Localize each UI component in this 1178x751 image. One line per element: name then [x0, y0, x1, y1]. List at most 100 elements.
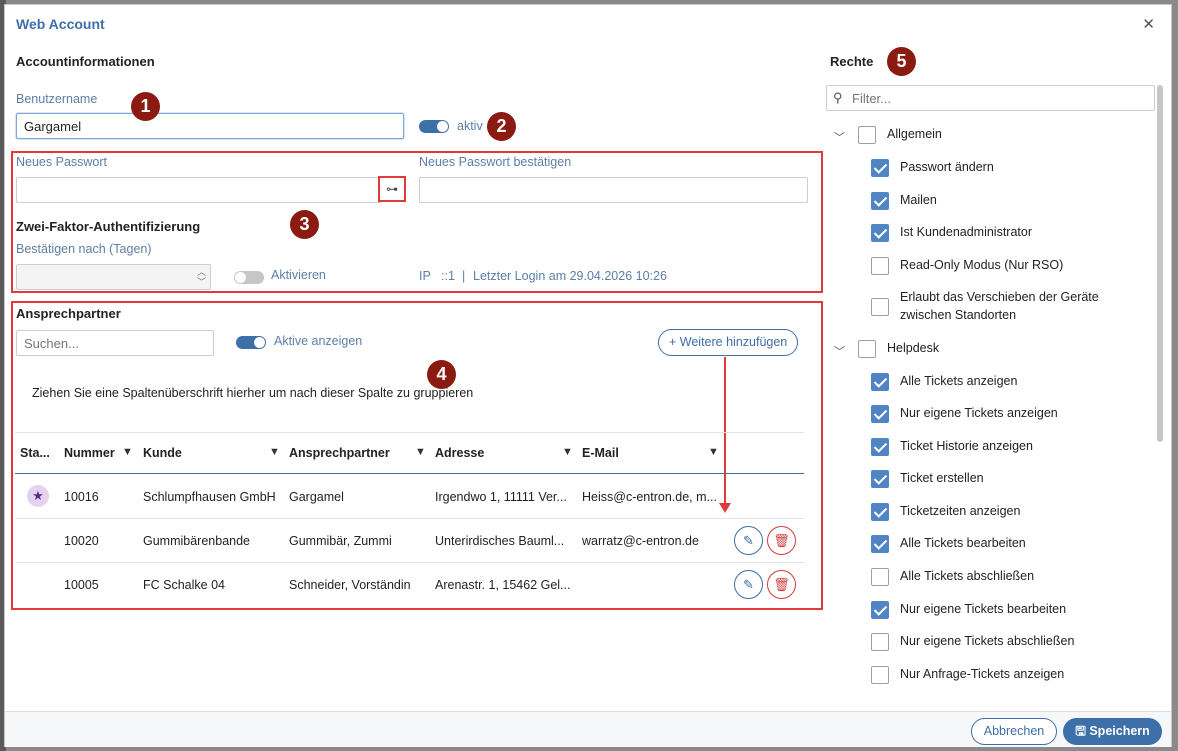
- confirm-days-stepper[interactable]: ︿ ﹀: [16, 264, 211, 290]
- pencil-icon[interactable]: ✎: [734, 570, 763, 599]
- right-checkbox[interactable]: [871, 224, 889, 242]
- right-checkbox[interactable]: [871, 601, 889, 619]
- cancel-button[interactable]: Abbrechen: [971, 718, 1057, 745]
- close-icon[interactable]: ✕: [1142, 15, 1155, 33]
- pencil-icon[interactable]: ✎: [734, 526, 763, 555]
- account-heading: Accountinformationen: [16, 54, 155, 69]
- right-label: Alle Tickets abschließen: [900, 569, 1035, 583]
- confirm-days-label: Bestätigen nach (Tagen): [16, 242, 152, 256]
- twofa-toggle[interactable]: [234, 271, 264, 284]
- group-checkbox-allgemein[interactable]: [858, 126, 876, 144]
- search-icon: ⚲: [833, 90, 843, 105]
- right-label: Alle Tickets bearbeiten: [900, 536, 1026, 550]
- table-row[interactable]: 10005 FC Schalke 04 Schneider, Vorständi…: [15, 563, 804, 607]
- right-label-line2: zwischen Standorten: [900, 308, 1017, 322]
- ip-value: ::1: [441, 269, 455, 283]
- chevron-down-icon[interactable]: ﹀: [834, 129, 845, 145]
- filter-icon[interactable]: ▼: [562, 446, 573, 458]
- right-label: Nur Anfrage-Tickets anzeigen: [900, 667, 1065, 681]
- cell-contact: Schneider, Vorständin: [289, 578, 411, 592]
- group-checkbox-helpdesk[interactable]: [858, 340, 876, 358]
- table-row[interactable]: ★ 10016 Schlumpfhausen GmbH Gargamel Irg…: [15, 475, 804, 519]
- filter-icon[interactable]: ▼: [122, 446, 133, 458]
- active-label: aktiv: [457, 119, 483, 133]
- rights-filter-input[interactable]: [826, 85, 1155, 111]
- cell-address: Arenastr. 1, 15462 Gel...: [435, 578, 571, 592]
- key-icon[interactable]: ⊶: [378, 176, 406, 202]
- filter-icon[interactable]: ▼: [269, 446, 280, 458]
- active-toggle[interactable]: [419, 120, 449, 133]
- right-checkbox[interactable]: [871, 373, 889, 391]
- dialog-footer: Abbrechen 🖫 Speichern: [5, 711, 1171, 747]
- right-label: Ticket Historie anzeigen: [900, 439, 1033, 453]
- annotation-badge-2: 2: [487, 112, 516, 141]
- trash-icon[interactable]: 🗑: [767, 526, 796, 555]
- right-label: Mailen: [900, 193, 937, 207]
- trash-icon[interactable]: 🗑: [767, 570, 796, 599]
- right-checkbox[interactable]: [871, 405, 889, 423]
- confirm-password-input[interactable]: [419, 177, 808, 203]
- right-checkbox[interactable]: [871, 159, 889, 177]
- right-checkbox[interactable]: [871, 568, 889, 586]
- filter-icon[interactable]: ▼: [415, 446, 426, 458]
- cell-number: 10020: [64, 534, 99, 548]
- table-row[interactable]: 10020 Gummibärenbande Gummibär, Zummi Un…: [15, 519, 804, 563]
- col-email[interactable]: E-Mail: [582, 446, 619, 460]
- cell-email: warratz@c-entron.de: [582, 534, 699, 548]
- right-label: Alle Tickets anzeigen: [900, 374, 1018, 388]
- group-hint: Ziehen Sie eine Spaltenüberschrift hierh…: [32, 386, 474, 400]
- right-checkbox[interactable]: [871, 535, 889, 553]
- right-label: Read-Only Modus (Nur RSO): [900, 258, 1064, 272]
- cell-contact: Gummibär, Zummi: [289, 534, 392, 548]
- username-label: Benutzername: [16, 92, 98, 106]
- right-label: Nur eigene Tickets bearbeiten: [900, 602, 1067, 616]
- annotation-badge-1: 1: [131, 92, 160, 121]
- col-status[interactable]: Sta...: [20, 446, 50, 460]
- floppy-icon: 🖫: [1075, 724, 1086, 738]
- save-button[interactable]: 🖫 Speichern: [1063, 718, 1162, 745]
- right-label: Erlaubt das Verschieben der Geräte: [900, 290, 1099, 304]
- cell-email: Heiss@c-entron.de, m...: [582, 490, 717, 504]
- rights-scrollbar[interactable]: [1157, 85, 1163, 442]
- col-number[interactable]: Nummer: [64, 446, 115, 460]
- stepper-arrows-icon[interactable]: ︿ ﹀: [197, 267, 206, 287]
- right-checkbox[interactable]: [871, 633, 889, 651]
- cell-number: 10005: [64, 578, 99, 592]
- right-label: Nur eigene Tickets anzeigen: [900, 406, 1058, 420]
- contacts-search-input[interactable]: [16, 330, 214, 356]
- twofa-heading: Zwei-Faktor-Authentifizierung: [16, 219, 201, 234]
- col-contact[interactable]: Ansprechpartner: [289, 446, 390, 460]
- group-label-helpdesk: Helpdesk: [887, 341, 940, 355]
- right-label: Ist Kundenadministrator: [900, 225, 1033, 239]
- right-checkbox[interactable]: [871, 257, 889, 275]
- cell-address: Irgendwo 1, 11111 Ver...: [435, 490, 567, 504]
- group-label-allgemein: Allgemein: [887, 127, 942, 141]
- separator: |: [462, 269, 466, 283]
- right-checkbox[interactable]: [871, 192, 889, 210]
- dialog-title: Web Account: [16, 16, 105, 32]
- show-active-toggle[interactable]: [236, 336, 266, 349]
- username-input[interactable]: [16, 113, 404, 139]
- col-customer[interactable]: Kunde: [143, 446, 182, 460]
- new-password-input[interactable]: [16, 177, 382, 203]
- right-checkbox[interactable]: [871, 503, 889, 521]
- right-label: Passwort ändern: [900, 160, 994, 174]
- twofa-activate-label: Aktivieren: [271, 268, 326, 282]
- right-checkbox[interactable]: [871, 438, 889, 456]
- right-checkbox[interactable]: [871, 298, 889, 316]
- col-address[interactable]: Adresse: [435, 446, 484, 460]
- add-contact-button[interactable]: + Weitere hinzufügen: [658, 329, 799, 356]
- right-checkbox[interactable]: [871, 666, 889, 684]
- chevron-down-icon[interactable]: ﹀: [834, 343, 845, 359]
- cell-number: 10016: [64, 490, 99, 504]
- star-icon: ★: [27, 485, 49, 507]
- right-checkbox[interactable]: [871, 470, 889, 488]
- annotation-badge-3: 3: [290, 210, 319, 239]
- ip-label: IP: [419, 269, 431, 283]
- right-label: Ticket erstellen: [900, 471, 984, 485]
- filter-icon[interactable]: ▼: [708, 446, 719, 458]
- cell-customer: Gummibärenbande: [143, 534, 251, 548]
- save-label: Speichern: [1089, 724, 1150, 738]
- annotation-badge-5: 5: [887, 47, 916, 76]
- show-active-label: Aktive anzeigen: [274, 334, 363, 348]
